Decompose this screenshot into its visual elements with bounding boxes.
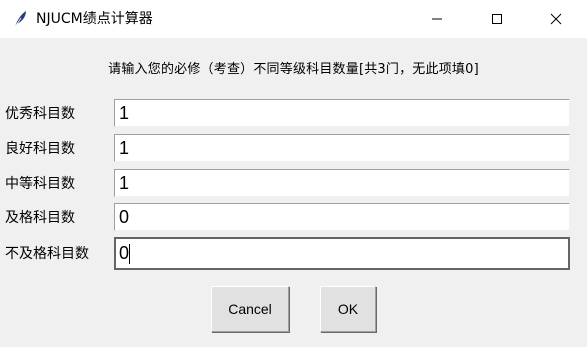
title-bar[interactable]: NJUCM绩点计算器 bbox=[0, 0, 587, 38]
excellent-count-label: 优秀科目数 bbox=[5, 106, 75, 122]
pass-count-label: 及格科目数 bbox=[5, 210, 75, 226]
good-count-input[interactable]: 1 bbox=[114, 134, 570, 162]
cancel-button[interactable]: Cancel bbox=[211, 286, 289, 332]
medium-count-input[interactable]: 1 bbox=[114, 169, 570, 197]
pass-count-input[interactable]: 0 bbox=[114, 203, 570, 231]
prompt-text: 请输入您的必修（考查）不同等级科目数量[共3门，无此项填0] bbox=[108, 62, 479, 77]
feather-icon bbox=[11, 9, 31, 29]
close-icon bbox=[550, 13, 562, 25]
fail-count-input[interactable]: 0 bbox=[114, 237, 570, 270]
maximize-button[interactable] bbox=[474, 0, 520, 38]
close-button[interactable] bbox=[533, 0, 579, 38]
dialog-window: NJUCM绩点计算器 请输入您的必修（考查）不同等级科目数量[共3门，无此项填0… bbox=[0, 0, 587, 347]
excellent-count-input[interactable]: 1 bbox=[114, 99, 570, 127]
minimize-button[interactable] bbox=[414, 0, 460, 38]
fail-count-label: 不及格科目数 bbox=[5, 246, 89, 262]
medium-count-label: 中等科目数 bbox=[5, 176, 75, 192]
good-count-label: 良好科目数 bbox=[5, 141, 75, 157]
maximize-icon bbox=[492, 14, 502, 24]
ok-button[interactable]: OK bbox=[320, 286, 376, 332]
window-title: NJUCM绩点计算器 bbox=[36, 11, 153, 27]
minimize-icon bbox=[432, 18, 442, 20]
fail-count-value: 0 bbox=[119, 243, 130, 263]
text-caret bbox=[129, 244, 131, 265]
